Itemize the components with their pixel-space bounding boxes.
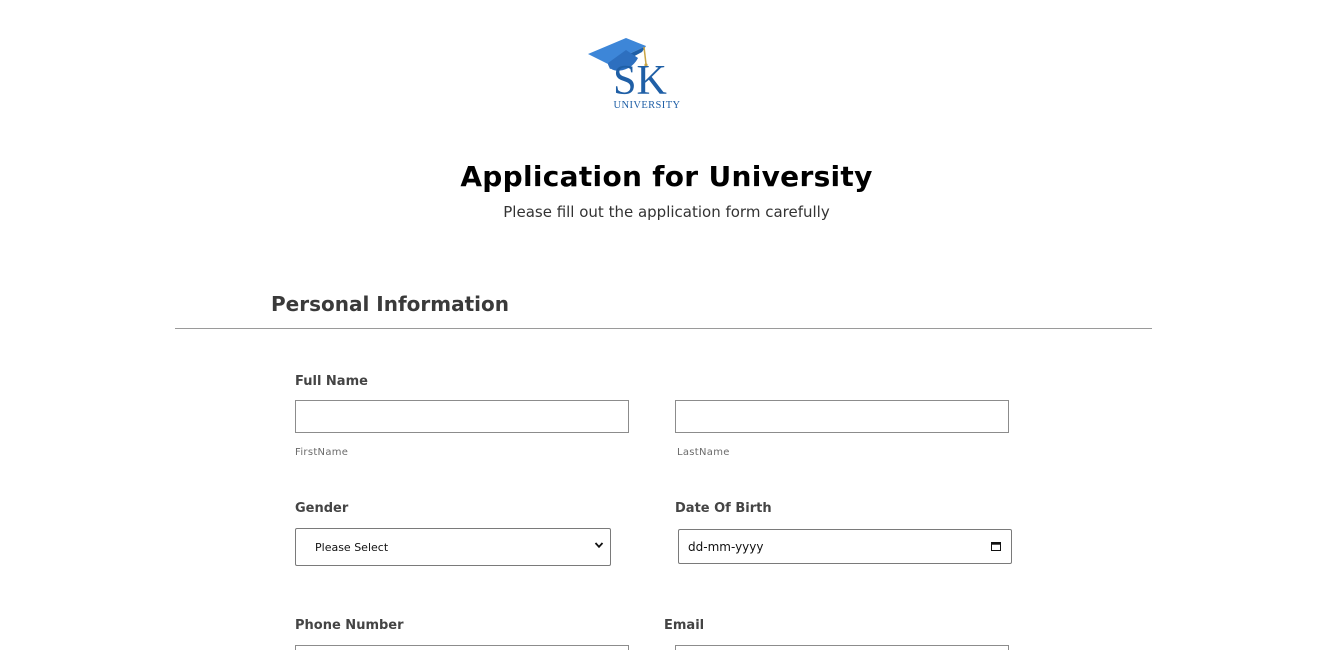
first-name-sublabel: FirstName [295,447,349,458]
email-label: Email [664,618,705,633]
chevron-down-icon [594,542,604,549]
page-title: Application for University [460,160,873,193]
dob-input[interactable]: dd-mm-yyyy [678,529,1012,564]
sk-university-logo: SK UNIVERSITY [588,38,681,111]
section-divider [175,328,1152,329]
phone-input[interactable] [295,645,629,650]
calendar-icon[interactable] [991,541,1001,551]
dob-placeholder: dd-mm-yyyy [688,539,764,554]
logo-subtext: UNIVERSITY [614,100,681,111]
last-name-sublabel: LastName [677,447,730,458]
gender-select[interactable]: Please Select [295,528,611,566]
logo-mark: SK [613,58,667,104]
page-subtitle: Please fill out the application form car… [503,203,830,221]
section-title: Personal Information [271,292,509,316]
dob-label: Date Of Birth [675,501,772,516]
email-input[interactable] [675,645,1009,650]
first-name-input[interactable] [295,400,629,433]
application-page: SK UNIVERSITY Application for University… [0,0,1333,650]
full-name-label: Full Name [295,374,368,389]
gender-label: Gender [295,501,349,516]
last-name-input[interactable] [675,400,1009,433]
gender-selected-value: Please Select [315,540,389,554]
phone-label: Phone Number [295,618,404,633]
